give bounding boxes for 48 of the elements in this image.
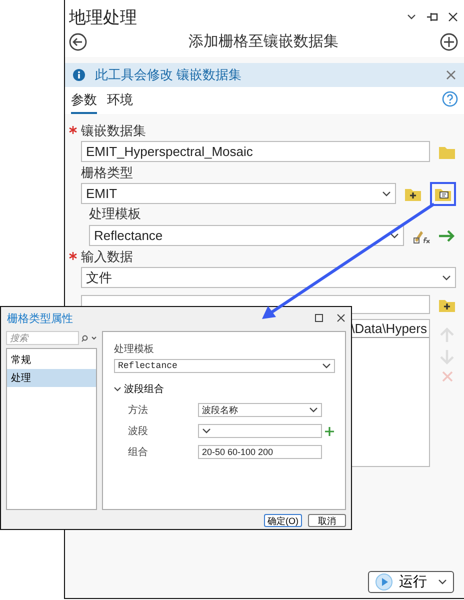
- search-icon[interactable]: [81, 334, 97, 342]
- dialog-button[interactable]: 确定(O): [264, 514, 302, 527]
- template-dropdown[interactable]: Reflectance: [89, 225, 404, 246]
- info-message: 此工具会修改 镶嵌数据集: [95, 66, 243, 84]
- close-icon[interactable]: [448, 12, 458, 22]
- template-dropdown[interactable]: Reflectance: [114, 359, 335, 373]
- add-icon[interactable]: [440, 32, 458, 50]
- chevron-down-icon: [390, 232, 399, 238]
- dialog-button[interactable]: 取消: [308, 514, 346, 527]
- field-label: 波段: [128, 424, 149, 438]
- field-label: 方法: [128, 404, 149, 417]
- field-label: 处理模板: [89, 205, 142, 223]
- category-item[interactable]: 处理: [7, 369, 96, 387]
- dialog-title: 栅格类型属性: [7, 312, 74, 326]
- maximize-icon[interactable]: [315, 314, 323, 322]
- help-icon[interactable]: [442, 91, 458, 107]
- tab[interactable]: 环境: [107, 91, 133, 114]
- pane-title: 地理处理: [69, 6, 138, 28]
- pin-icon[interactable]: [426, 12, 438, 22]
- section-header[interactable]: 波段组合: [114, 382, 335, 396]
- text-field[interactable]: 20-50 60-100 200: [198, 445, 322, 459]
- chevron-down-icon: [309, 407, 318, 413]
- play-icon: [375, 573, 393, 591]
- dropdown[interactable]: 波段名称: [198, 403, 322, 417]
- category-item[interactable]: 常规: [7, 351, 96, 369]
- close-icon[interactable]: [337, 314, 345, 322]
- input-type-dropdown[interactable]: 文件: [81, 267, 456, 288]
- dropdown-icon: [407, 14, 416, 20]
- field-label: 组合: [128, 446, 149, 459]
- field-label: 栅格类型: [81, 164, 134, 182]
- back-icon[interactable]: [69, 32, 87, 50]
- chevron-down-icon: [438, 579, 447, 585]
- search-field[interactable]: 搜索: [6, 331, 79, 345]
- chevron-down-icon: [322, 363, 331, 369]
- field-label: 处理模板: [114, 342, 155, 356]
- field-label: 输入数据: [81, 248, 134, 266]
- raster-type-dropdown[interactable]: EMIT: [81, 183, 396, 204]
- chevron-down-icon: [442, 274, 451, 280]
- field-label: 镶嵌数据集: [81, 122, 147, 140]
- tool-title: 添加栅格至镶嵌数据集: [188, 32, 340, 51]
- dataset-field[interactable]: EMIT_Hyperspectral_Mosaic: [81, 141, 430, 162]
- tab[interactable]: 参数: [71, 91, 97, 114]
- chevron-down-icon: [202, 428, 211, 434]
- chevron-down-icon: [382, 190, 391, 196]
- info-icon: [73, 69, 85, 81]
- arrow-right-icon[interactable]: [438, 228, 456, 242]
- chevron-down-icon: [114, 386, 121, 392]
- run-button[interactable]: 运行: [368, 571, 454, 593]
